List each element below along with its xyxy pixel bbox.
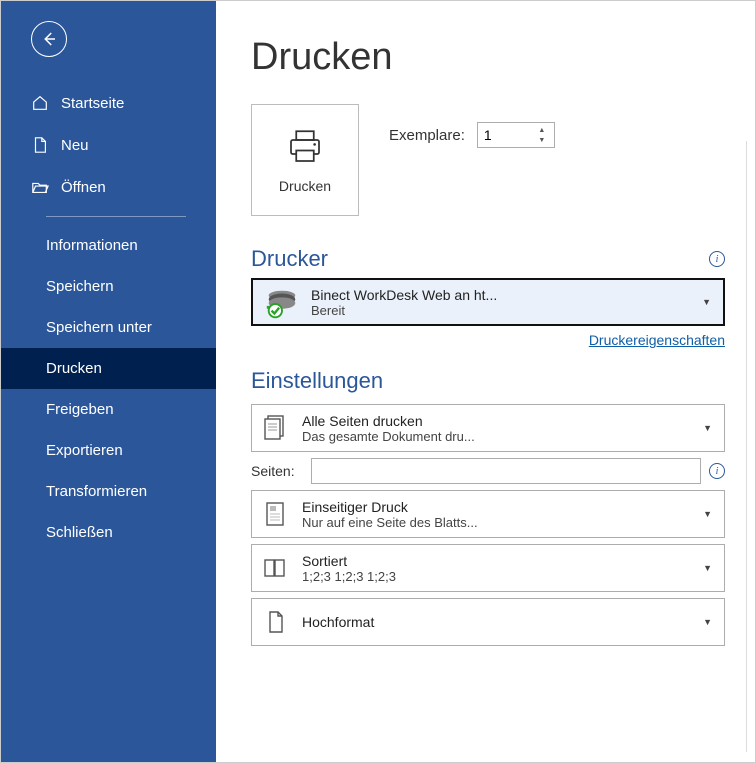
sidebar-item-label: Exportieren — [46, 442, 123, 459]
open-folder-icon — [31, 178, 49, 196]
back-arrow-icon — [40, 30, 58, 48]
pages-input[interactable] — [311, 458, 701, 484]
pages-info-icon[interactable]: i — [709, 463, 725, 479]
sidebar-item-transformieren[interactable]: Transformieren — [1, 471, 216, 512]
settings-section-title: Einstellungen — [251, 368, 725, 394]
setting-one-sided[interactable]: Einseitiger Druck Nur auf eine Seite des… — [251, 490, 725, 538]
copies-down-button[interactable]: ▼ — [533, 135, 551, 145]
main-panel: Drucken Drucken Exemplare: ▲ ▼ — [216, 1, 755, 762]
sidebar-item-label: Informationen — [46, 237, 138, 254]
printer-icon — [284, 126, 326, 168]
sidebar-item-label: Speichern — [46, 278, 114, 295]
copies-up-button[interactable]: ▲ — [533, 125, 551, 135]
printer-device-icon — [263, 285, 301, 319]
printer-info-icon[interactable]: i — [709, 251, 725, 267]
sidebar-item-informationen[interactable]: Informationen — [1, 225, 216, 266]
sidebar-item-label: Freigeben — [46, 401, 114, 418]
sidebar-item-speichern-unter[interactable]: Speichern unter — [1, 307, 216, 348]
print-backstage: Startseite Neu Öffnen Informationen Spei… — [0, 0, 756, 763]
setting-collated[interactable]: Sortiert 1;2;3 1;2;3 1;2;3 ▼ — [251, 544, 725, 592]
setting-subtitle: 1;2;3 1;2;3 1;2;3 — [302, 569, 689, 584]
setting-title: Alle Seiten drucken — [302, 413, 689, 429]
print-button[interactable]: Drucken — [251, 104, 359, 216]
copies-label: Exemplare: — [389, 127, 465, 144]
printer-properties-link[interactable]: Druckereigenschaften — [589, 332, 725, 348]
copies-control: Exemplare: ▲ ▼ — [389, 104, 555, 148]
new-document-icon — [31, 136, 49, 154]
preview-divider — [746, 141, 747, 752]
chevron-down-icon: ▼ — [703, 563, 714, 573]
sidebar-item-label: Neu — [61, 137, 89, 154]
sidebar-item-freigeben[interactable]: Freigeben — [1, 389, 216, 430]
setting-title: Hochformat — [302, 614, 689, 630]
sidebar-item-speichern[interactable]: Speichern — [1, 266, 216, 307]
sidebar-item-startseite[interactable]: Startseite — [1, 82, 216, 124]
sidebar-item-label: Schließen — [46, 524, 113, 541]
setting-title: Einseitiger Druck — [302, 499, 689, 515]
sidebar-item-label: Transformieren — [46, 483, 147, 500]
setting-subtitle: Nur auf eine Seite des Blatts... — [302, 515, 689, 530]
setting-subtitle: Das gesamte Dokument dru... — [302, 429, 689, 444]
sidebar-item-drucken[interactable]: Drucken — [1, 348, 216, 389]
printer-section-title: Drucker — [251, 246, 328, 272]
sidebar-item-label: Drucken — [46, 360, 102, 377]
copies-input[interactable] — [478, 125, 533, 145]
chevron-down-icon: ▼ — [703, 423, 714, 433]
sidebar-item-label: Öffnen — [61, 179, 106, 196]
sidebar: Startseite Neu Öffnen Informationen Spei… — [1, 1, 216, 762]
sidebar-item-oeffnen[interactable]: Öffnen — [1, 166, 216, 208]
setting-print-range[interactable]: Alle Seiten drucken Das gesamte Dokument… — [251, 404, 725, 452]
sidebar-item-label: Startseite — [61, 95, 124, 112]
pages-icon — [262, 414, 288, 442]
collated-icon — [262, 554, 288, 582]
printer-dropdown[interactable]: Binect WorkDesk Web an ht... Bereit ▼ — [251, 278, 725, 326]
sidebar-divider — [46, 216, 186, 217]
chevron-down-icon: ▼ — [703, 509, 714, 519]
printer-name: Binect WorkDesk Web an ht... — [311, 287, 692, 303]
printer-status: Bereit — [311, 303, 692, 318]
page-title: Drucken — [251, 36, 725, 79]
sidebar-item-label: Speichern unter — [46, 319, 152, 336]
portrait-icon — [262, 608, 288, 636]
chevron-down-icon: ▼ — [702, 297, 713, 307]
sidebar-item-exportieren[interactable]: Exportieren — [1, 430, 216, 471]
print-button-label: Drucken — [279, 178, 331, 194]
sidebar-item-neu[interactable]: Neu — [1, 124, 216, 166]
one-sided-icon — [262, 500, 288, 528]
copies-spinner[interactable]: ▲ ▼ — [477, 122, 555, 148]
setting-orientation[interactable]: Hochformat ▼ — [251, 598, 725, 646]
back-button[interactable] — [31, 21, 67, 57]
chevron-down-icon: ▼ — [703, 617, 714, 627]
pages-label: Seiten: — [251, 463, 303, 479]
sidebar-item-schliessen[interactable]: Schließen — [1, 512, 216, 553]
home-icon — [31, 94, 49, 112]
setting-title: Sortiert — [302, 553, 689, 569]
